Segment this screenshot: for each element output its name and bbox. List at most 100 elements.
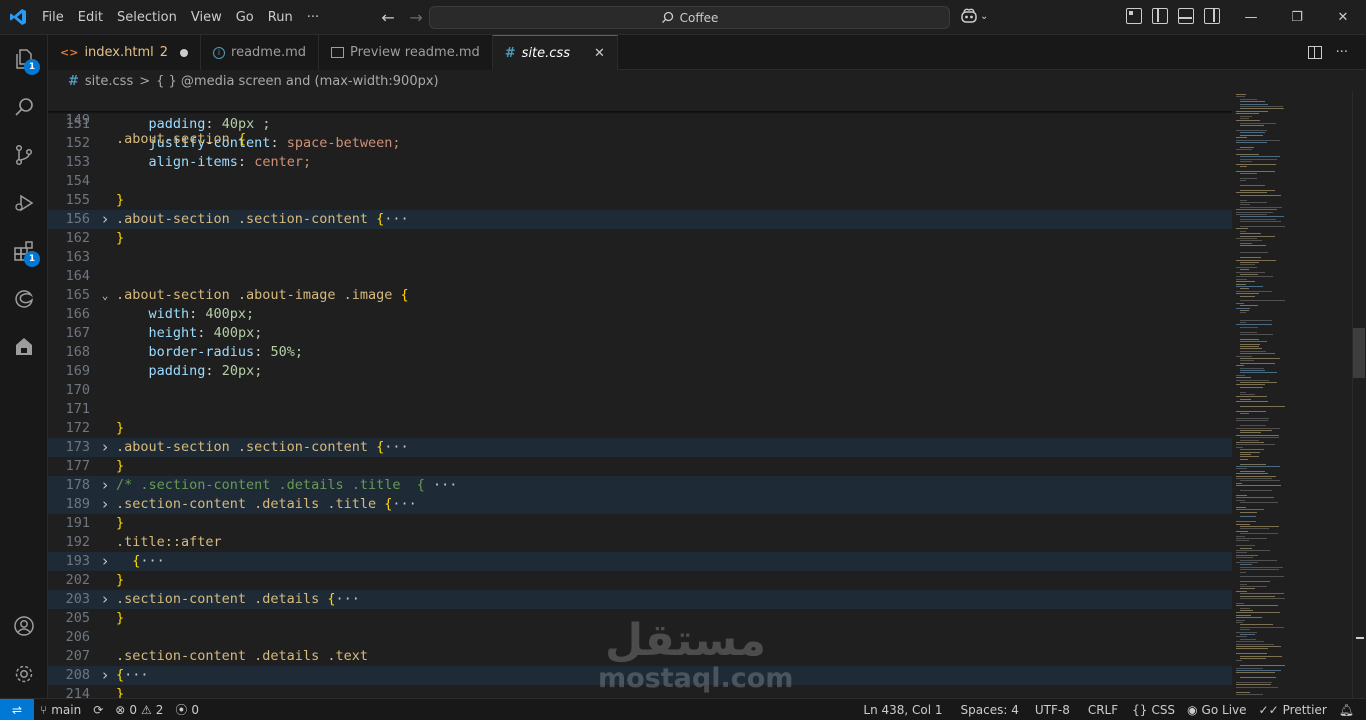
unsaved-dot-icon[interactable] <box>180 48 189 57</box>
tab-readme-md[interactable]: i readme.md <box>201 35 320 70</box>
more-actions-icon[interactable]: ··· <box>1336 45 1348 60</box>
search-icon[interactable] <box>0 83 48 131</box>
code-line[interactable]: 203 › .section-content .details {··· <box>48 590 1232 609</box>
code-line[interactable]: 170 <box>48 381 1232 400</box>
menu-view[interactable]: View <box>184 0 229 35</box>
toggle-secondary-sidebar-icon[interactable] <box>1204 8 1220 24</box>
minimize-icon[interactable]: — <box>1228 0 1274 35</box>
close-tab-icon[interactable]: ✕ <box>594 46 605 61</box>
menu-edit[interactable]: Edit <box>71 0 110 35</box>
code-line[interactable]: 172} <box>48 419 1232 438</box>
toggle-primary-sidebar-icon[interactable] <box>1152 8 1168 24</box>
copilot-button[interactable]: ⌄ <box>960 8 988 24</box>
fold-closed-chevron-icon[interactable]: › <box>98 666 112 685</box>
language-mode[interactable]: {} CSS <box>1126 699 1181 720</box>
menu-more[interactable]: ··· <box>300 0 326 35</box>
menu-run[interactable]: Run <box>261 0 300 35</box>
code-line[interactable]: 202} <box>48 571 1232 590</box>
fold-closed-chevron-icon[interactable]: › <box>98 590 112 609</box>
line-number: 191 <box>65 515 90 531</box>
close-window-icon[interactable]: ✕ <box>1320 0 1366 35</box>
restore-icon[interactable]: ❐ <box>1274 0 1320 35</box>
fold-closed-chevron-icon[interactable]: › <box>98 495 112 514</box>
fold-closed-chevron-icon[interactable]: › <box>98 552 112 571</box>
cursor-position[interactable]: Ln 438, Col 1 <box>857 699 948 720</box>
tab-index-html[interactable]: <> index.html 2 <box>48 35 202 70</box>
branch-indicator[interactable]: ⑂ main <box>34 699 87 720</box>
breadcrumb-file[interactable]: site.css <box>85 74 133 89</box>
menu-file[interactable]: File <box>35 0 71 35</box>
notifications-bell-icon[interactable]: 🔔︎ <box>1333 699 1360 720</box>
code-line[interactable]: 156 › .about-section .section-content {··· <box>48 210 1232 229</box>
vscode-logo-icon[interactable] <box>0 0 35 35</box>
code-line[interactable]: 166 width: 400px; <box>48 305 1232 324</box>
code-line[interactable]: 155} <box>48 191 1232 210</box>
menu-go[interactable]: Go <box>229 0 261 35</box>
tab-site-css[interactable]: # site.css ✕ <box>492 35 618 70</box>
run-debug-icon[interactable] <box>0 179 48 227</box>
vertical-scrollbar[interactable] <box>1352 92 1366 698</box>
command-center-search[interactable]: Coffee <box>429 6 950 29</box>
code-line[interactable]: 178 ›/* .section-content .details .title … <box>48 476 1232 495</box>
end-of-line[interactable]: CRLF <box>1082 699 1124 720</box>
sticky-scroll-line[interactable]: 149 .about-section { <box>48 92 1232 147</box>
edge-browser-icon[interactable] <box>0 275 48 323</box>
back-arrow-icon[interactable]: ← <box>376 5 400 29</box>
code-line[interactable]: 171 <box>48 400 1232 419</box>
code-line[interactable]: 164 <box>48 267 1232 286</box>
settings-gear-icon[interactable] <box>0 650 48 698</box>
code-line[interactable]: 169 padding: 20px; <box>48 362 1232 381</box>
accounts-icon[interactable] <box>0 602 48 650</box>
code-line[interactable]: 208 › {··· <box>48 666 1232 685</box>
code-line[interactable]: 191} <box>48 514 1232 533</box>
code-line[interactable]: 192 .title::after <box>48 533 1232 552</box>
minimap[interactable] <box>1232 92 1352 698</box>
problems-indicator[interactable]: ⊗ 0 ⚠ 2 <box>109 699 169 720</box>
tab-preview-readme[interactable]: Preview readme.md <box>319 35 493 70</box>
customize-layout-icon[interactable] <box>1126 8 1142 24</box>
code-text: } <box>116 609 124 628</box>
code-line[interactable]: 165 ⌄ .about-section .about-image .image { <box>48 286 1232 305</box>
sync-icon[interactable]: ⟳ <box>87 699 109 720</box>
minimap-line <box>1240 240 1262 242</box>
code-line[interactable]: 206 <box>48 628 1232 647</box>
menu-selection[interactable]: Selection <box>110 0 184 35</box>
scrollbar-thumb[interactable] <box>1353 328 1365 378</box>
code-line[interactable]: 167 height: 400px; <box>48 324 1232 343</box>
ports-indicator[interactable]: ⦿ 0 <box>169 699 205 720</box>
code-line[interactable]: 163 <box>48 248 1232 267</box>
minimap-line <box>1240 161 1252 163</box>
code-line[interactable]: 193 › {··· <box>48 552 1232 571</box>
code-editor[interactable]: 151 padding: 40px ;152 justify-content: … <box>48 92 1232 698</box>
code-line[interactable]: 214} <box>48 685 1232 698</box>
fold-open-chevron-icon[interactable]: ⌄ <box>98 286 112 305</box>
split-editor-icon[interactable] <box>1307 46 1322 59</box>
explorer-icon[interactable]: 1 <box>0 35 48 83</box>
fold-closed-chevron-icon[interactable]: › <box>98 210 112 229</box>
code-line[interactable]: 168 border-radius: 50%; <box>48 343 1232 362</box>
code-line[interactable]: 205} <box>48 609 1232 628</box>
code-line[interactable]: 189 › .section-content .details .title {··… <box>48 495 1232 514</box>
code-line[interactable]: 162} <box>48 229 1232 248</box>
indentation[interactable]: Spaces: 4 <box>955 699 1025 720</box>
code-line[interactable]: 177} <box>48 457 1232 476</box>
fold-closed-chevron-icon[interactable]: › <box>98 438 112 457</box>
remote-home-icon[interactable] <box>0 323 48 371</box>
code-line[interactable]: 207 .section-content .details .text <box>48 647 1232 666</box>
fold-closed-chevron-icon[interactable]: › <box>98 476 112 495</box>
go-live-button[interactable]: ◉ Go Live <box>1181 699 1252 720</box>
forward-arrow-icon[interactable]: → <box>404 5 428 29</box>
toggle-panel-icon[interactable] <box>1178 8 1194 24</box>
extensions-icon[interactable]: 1 <box>0 227 48 275</box>
minimap-line <box>1236 442 1264 443</box>
source-control-icon[interactable] <box>0 131 48 179</box>
code-line[interactable]: 153 align-items: center; <box>48 153 1232 172</box>
prettier-button[interactable]: ✓✓ Prettier <box>1253 699 1333 720</box>
encoding[interactable]: UTF-8 <box>1029 699 1076 720</box>
code-line[interactable]: 154 <box>48 172 1232 191</box>
remote-indicator-icon[interactable]: ⇌ <box>0 698 34 720</box>
minimap-line <box>1236 427 1280 429</box>
code-line[interactable]: 173 › .about-section .section-content {··· <box>48 438 1232 457</box>
breadcrumb-symbol[interactable]: { } @media screen and (max-width:900px) <box>156 74 439 89</box>
css-property: align-items <box>148 154 238 170</box>
